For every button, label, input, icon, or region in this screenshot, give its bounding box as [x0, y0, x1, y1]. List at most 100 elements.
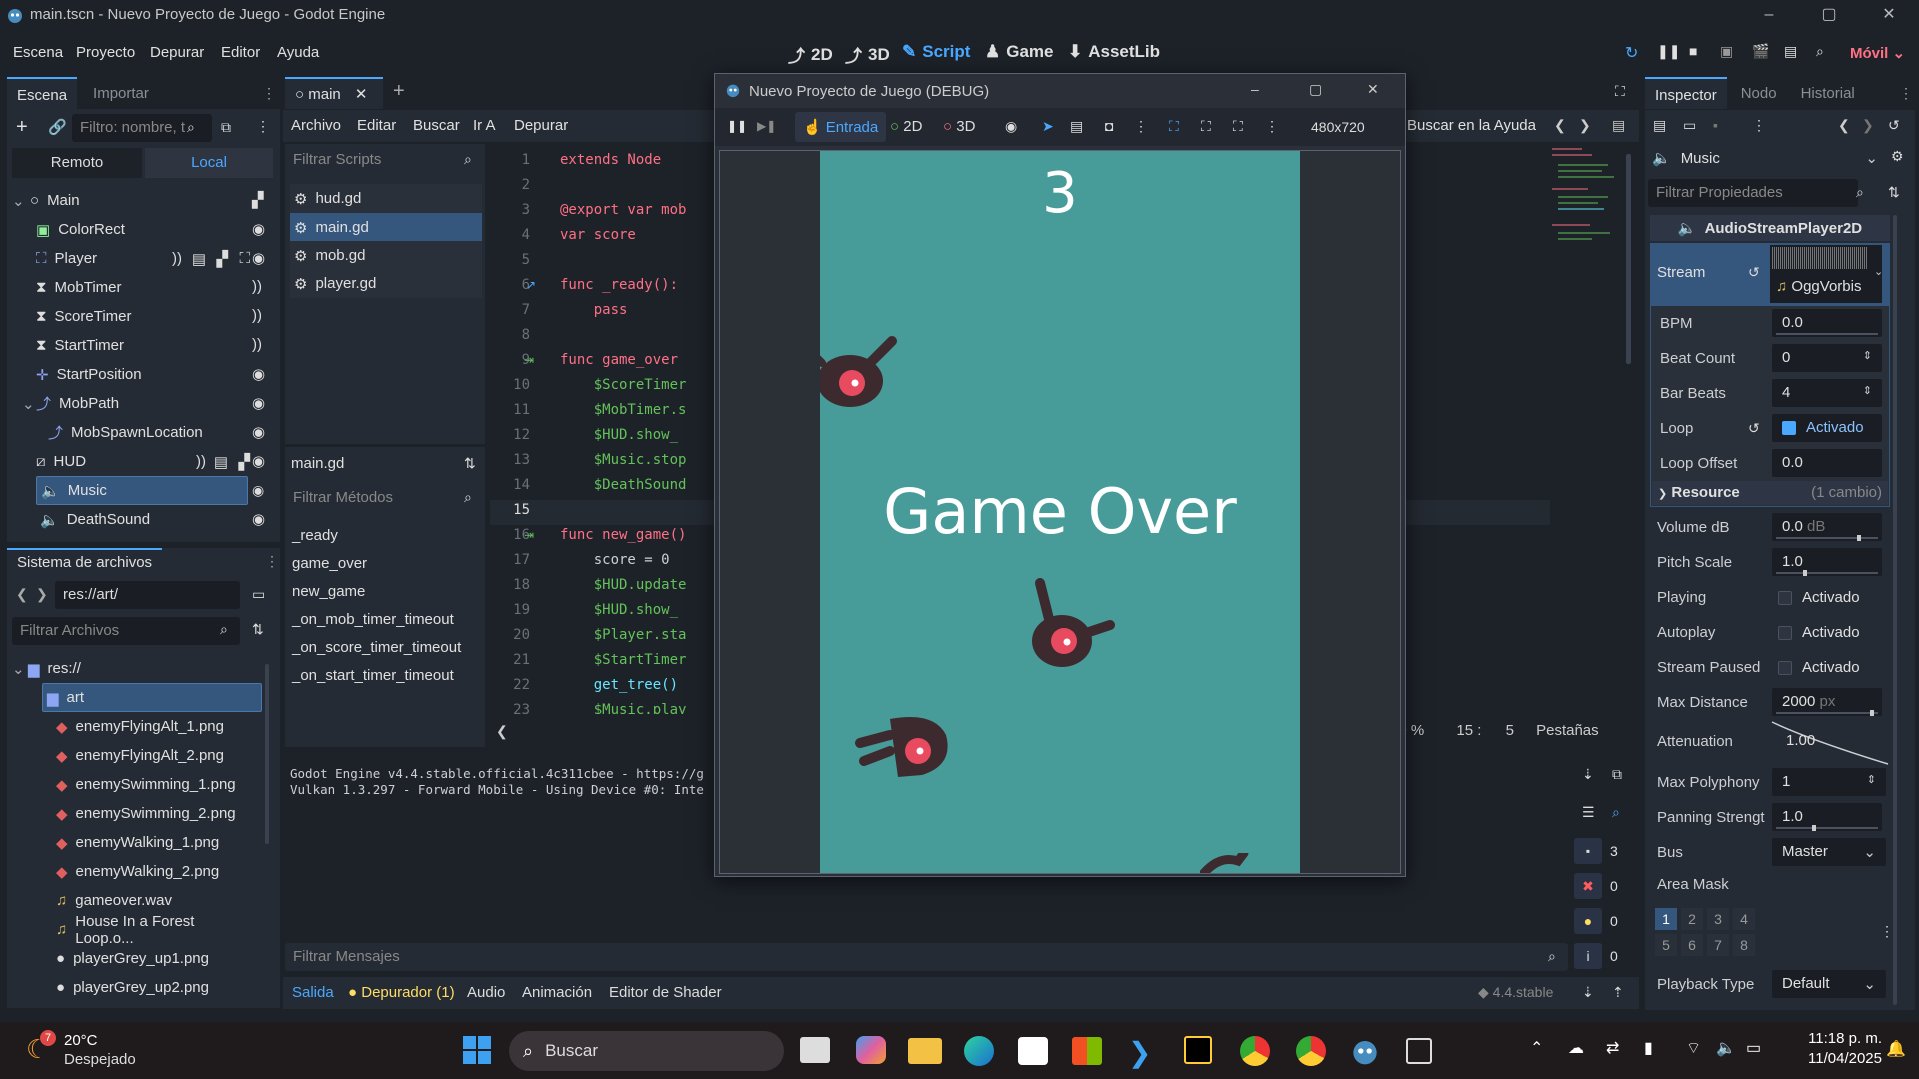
- inspector-scrollbar[interactable]: [1893, 215, 1897, 1005]
- visibility-icon[interactable]: ◉: [252, 482, 264, 499]
- tree-node-mobpath[interactable]: ⌄ ⤴ MobPath ◉: [22, 389, 272, 418]
- method-item[interactable]: _on_mob_timer_timeout: [292, 605, 482, 634]
- script-item[interactable]: ⚙ mob.gd: [290, 241, 482, 270]
- workspace-assetlib-button[interactable]: ⬇ AssetLib: [1068, 42, 1160, 62]
- split-view-icon[interactable]: ▭: [252, 586, 265, 603]
- signal-icon[interactable]: )): [252, 307, 272, 327]
- script-icon[interactable]: ▞: [238, 453, 250, 471]
- tab-animacion[interactable]: Animación: [522, 984, 592, 1001]
- filter-errors-toggle[interactable]: ✖: [1574, 873, 1602, 899]
- method-item[interactable]: _ready: [292, 521, 482, 550]
- tab-main[interactable]: ○ main ✕: [285, 77, 383, 109]
- minimize-button[interactable]: –: [1746, 3, 1792, 27]
- sort-icon[interactable]: ⇅: [252, 621, 264, 638]
- menu-depurar[interactable]: Depurar: [150, 44, 204, 61]
- visibility-icon[interactable]: ◉: [252, 394, 272, 414]
- signal-icon[interactable]: )): [196, 453, 206, 470]
- remote-debug-icon[interactable]: ▣: [1720, 43, 1733, 60]
- methods-filter-input[interactable]: Filtrar Métodos: [285, 484, 485, 512]
- folder-res[interactable]: ⌄ ▆ res://: [12, 654, 262, 683]
- maximize-button[interactable]: ▢: [1309, 81, 1322, 98]
- tree-node-mobtimer[interactable]: ⧗ MobTimer )): [36, 273, 272, 302]
- instance-icon[interactable]: ▤: [214, 453, 228, 471]
- toggle-panel-icon[interactable]: ▤: [1612, 117, 1625, 134]
- tab-salida[interactable]: Salida: [292, 984, 334, 1001]
- save-icon[interactable]: ▪: [1713, 117, 1718, 133]
- tree-node-scoretimer[interactable]: ⧗ ScoreTimer )): [36, 302, 272, 331]
- expand-panel-icon[interactable]: ⇡: [1612, 984, 1624, 1001]
- script-item[interactable]: ⚙ main.gd: [290, 213, 482, 242]
- tab-historial[interactable]: Historial: [1791, 77, 1865, 109]
- method-item[interactable]: game_over: [292, 549, 482, 578]
- file-item[interactable]: ◆ enemySwimming_2.png: [56, 799, 256, 828]
- tree-node-starttimer[interactable]: ⧗ StartTimer )): [36, 331, 272, 360]
- scrollbar[interactable]: [265, 664, 269, 844]
- mode-3d-button[interactable]: ○ 3D: [943, 118, 975, 135]
- back-icon[interactable]: ❮: [16, 586, 28, 603]
- loop-checkbox[interactable]: Activado: [1772, 414, 1882, 442]
- select-icon[interactable]: ➤: [1042, 118, 1054, 135]
- dock-menu-icon[interactable]: ⋮: [1899, 85, 1913, 102]
- slider-handle[interactable]: [1803, 570, 1807, 576]
- workspace-game-button[interactable]: ♟ Game: [985, 42, 1054, 62]
- sort-icon[interactable]: ⇅: [464, 455, 476, 472]
- slider-handle[interactable]: [1857, 535, 1861, 541]
- spinner-icon[interactable]: ⇕: [1863, 384, 1872, 397]
- search-icon[interactable]: ⌕: [1612, 804, 1620, 821]
- node-selector[interactable]: 🔈 Music ⌄: [1648, 144, 1884, 172]
- remote-button[interactable]: Remoto: [12, 148, 142, 178]
- file-item[interactable]: ● playerGrey_up1.png: [56, 944, 256, 973]
- slider-track[interactable]: [1776, 572, 1878, 574]
- signal-icon[interactable]: )): [252, 336, 272, 356]
- filter-warnings-toggle[interactable]: ●: [1574, 908, 1602, 934]
- stretch-icon[interactable]: ⛶: [1201, 118, 1211, 135]
- jetbrains-icon[interactable]: [1184, 1036, 1212, 1064]
- open-folder-icon[interactable]: ▭: [1683, 117, 1696, 134]
- script-menu-ira[interactable]: Ir A: [473, 117, 496, 134]
- audio-levels-icon[interactable]: ▮: [1644, 1038, 1653, 1058]
- file-item[interactable]: ◆ enemySwimming_1.png: [56, 770, 256, 799]
- bus-select[interactable]: Master ⌄: [1772, 838, 1886, 866]
- visibility-icon[interactable]: ◉: [252, 423, 272, 443]
- tab-depurador[interactable]: ● Depurador (1): [348, 984, 455, 1001]
- notification-bell-icon[interactable]: 🔔: [1886, 1039, 1906, 1059]
- attenuation-curve[interactable]: 1.00: [1770, 720, 1890, 766]
- forward-icon[interactable]: ❯: [1579, 117, 1591, 134]
- minimize-button[interactable]: –: [1251, 81, 1259, 97]
- mask-bit[interactable]: 8: [1733, 934, 1755, 956]
- object-properties-icon[interactable]: ⚙: [1891, 148, 1904, 165]
- slider-track[interactable]: [1776, 333, 1878, 335]
- file-item[interactable]: ♫ House In a Forest Loop.o...: [56, 913, 256, 947]
- pause-icon[interactable]: ❚❚: [727, 119, 747, 133]
- volume-icon[interactable]: 🔈: [1716, 1038, 1736, 1058]
- chevron-down-icon[interactable]: ⌄: [1874, 265, 1883, 278]
- chrome-icon[interactable]: [1240, 1036, 1270, 1066]
- script-menu-archivo[interactable]: Archivo: [291, 117, 341, 134]
- back-icon[interactable]: ❮: [1838, 117, 1850, 134]
- script-menu-depurar[interactable]: Depurar: [514, 117, 568, 134]
- chrome-profile-icon[interactable]: [1296, 1036, 1326, 1066]
- collapse-left-icon[interactable]: ❮: [496, 723, 508, 740]
- file-item[interactable]: ◆ enemyFlyingAlt_1.png: [56, 712, 256, 741]
- close-button[interactable]: ✕: [1866, 3, 1912, 27]
- history-icon[interactable]: ↺: [1888, 117, 1900, 134]
- warning-icon[interactable]: ⛶: [239, 250, 250, 267]
- fullscreen-icon[interactable]: ⛶: [1233, 118, 1243, 135]
- stop-icon[interactable]: ■: [1689, 43, 1697, 59]
- battery-icon[interactable]: ▭: [1746, 1038, 1761, 1058]
- spinner-icon[interactable]: ⇕: [1863, 349, 1872, 362]
- copy-icon[interactable]: ⧉: [1612, 766, 1622, 783]
- reload-icon[interactable]: ↻: [1625, 43, 1638, 63]
- file-item[interactable]: ◆ enemyWalking_2.png: [56, 857, 256, 886]
- weather-widget[interactable]: ☾ 7 20°C Despejado: [26, 1030, 146, 1070]
- collapse-icon[interactable]: ☰: [1582, 804, 1595, 821]
- tree-node-colorrect[interactable]: ▣ ColorRect ◉: [36, 215, 272, 244]
- script-icon[interactable]: ▞: [216, 250, 228, 268]
- pin-icon[interactable]: ⇣: [1582, 984, 1594, 1001]
- stream-resource-picker[interactable]: ♫ OggVorbis ⌄: [1770, 245, 1883, 303]
- menu-icon[interactable]: ⋮: [1134, 118, 1148, 135]
- step-icon[interactable]: ▶❚: [757, 119, 776, 133]
- spinner-icon[interactable]: ⇕: [1867, 773, 1876, 786]
- game-viewport[interactable]: 3 Game Over: [719, 150, 1401, 874]
- visibility-icon[interactable]: ◉: [252, 220, 272, 240]
